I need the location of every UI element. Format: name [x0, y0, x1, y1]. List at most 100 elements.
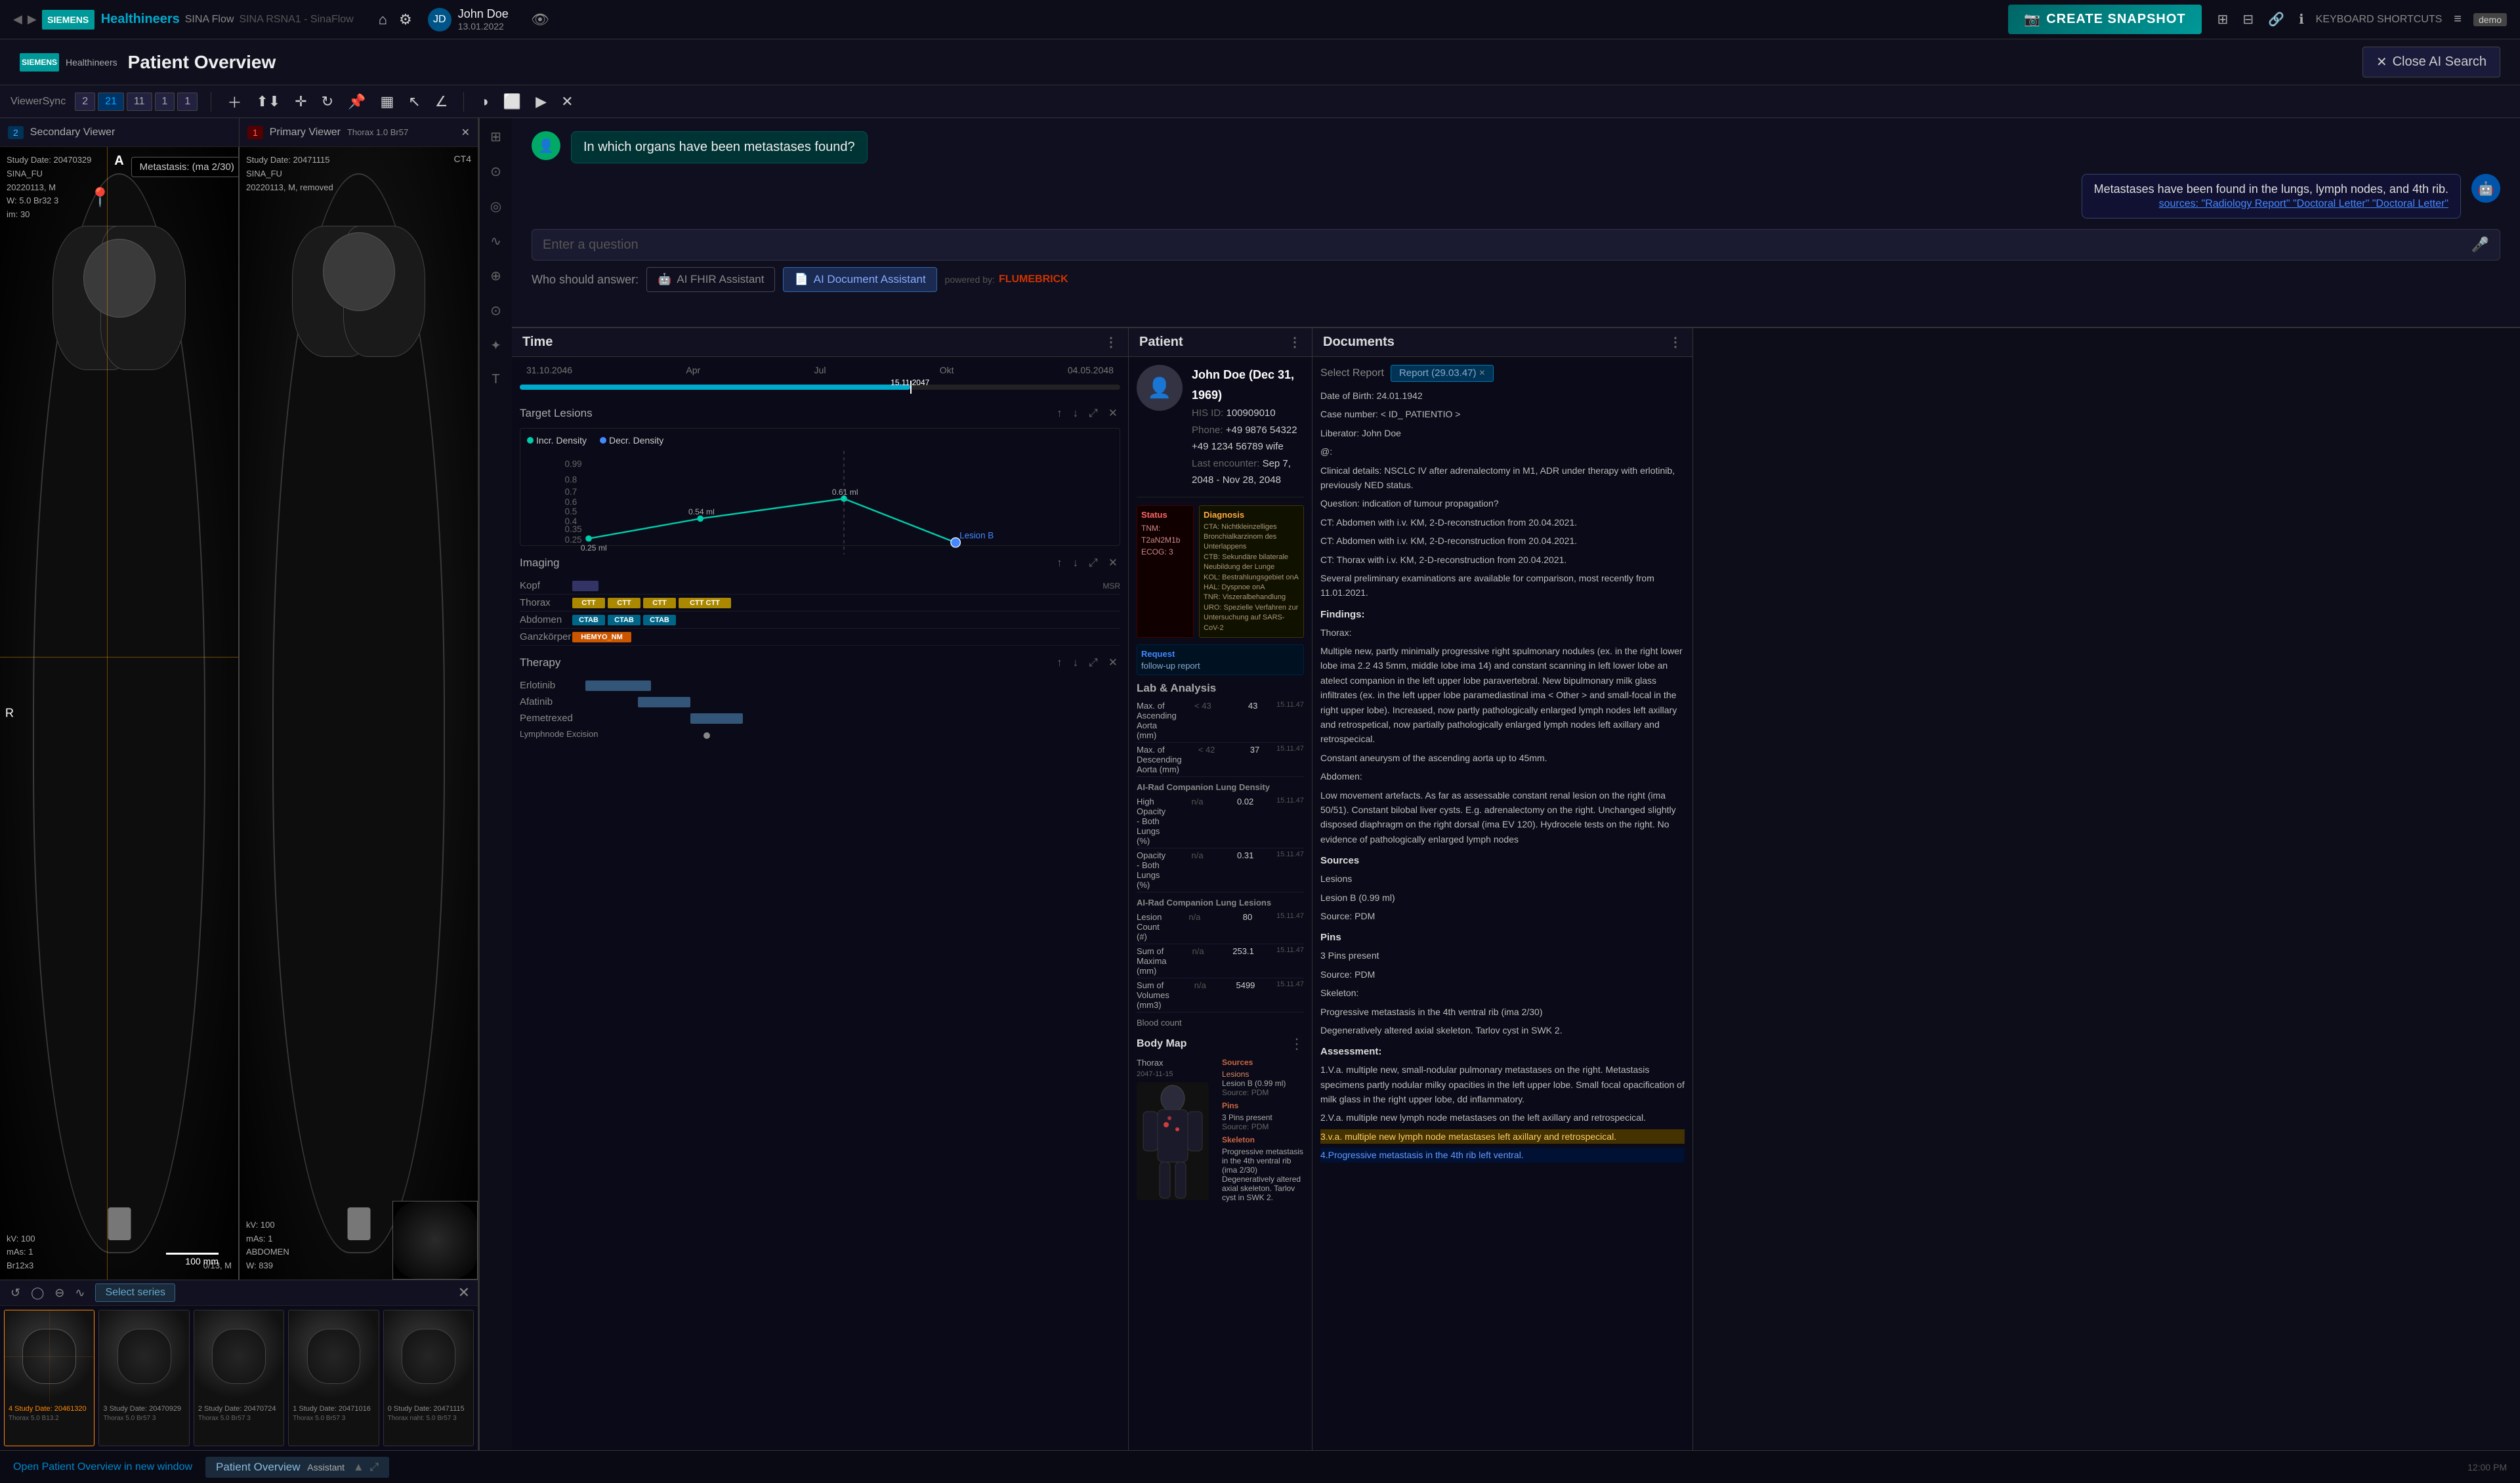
- chart-dot-1: [585, 535, 592, 542]
- angle-icon[interactable]: ∠: [432, 91, 451, 113]
- thumbnail-strip-header: ↺ ◯ ⊖ ∿ Select series ✕: [0, 1280, 478, 1306]
- mini-secondary-viewer[interactable]: [392, 1201, 478, 1280]
- layout-2-icon[interactable]: ▦: [377, 91, 396, 113]
- lab-date-high-opacity: 15.11.47: [1253, 797, 1304, 846]
- panel-icon-t[interactable]: T: [488, 368, 503, 391]
- body-map-menu[interactable]: ⋮: [1290, 1035, 1304, 1053]
- tl-expand-icon[interactable]: ⤢: [1086, 404, 1101, 423]
- menu-icon[interactable]: ≡: [2451, 9, 2464, 30]
- layout-icon[interactable]: ⊞: [2215, 9, 2231, 30]
- secondary-ct-viewer[interactable]: 📍 Metastasis: (ma 2/30) A R Study Date: …: [0, 147, 240, 1280]
- th-close[interactable]: ✕: [1106, 654, 1120, 672]
- report-badge-active[interactable]: Report (29.03.47) ×: [1391, 365, 1494, 382]
- panel-icon-5[interactable]: ⊕: [486, 264, 505, 288]
- panel-icon-1[interactable]: ⊞: [486, 125, 505, 149]
- adjust-icon[interactable]: ⬆⬇: [253, 91, 283, 113]
- top-bar: ◀ ▶ SIEMENS Healthineers SINA Flow SINA …: [0, 0, 2520, 39]
- thumbnail-item-4[interactable]: 4 Study Date: 20461320 Thorax 5.0 B13.2: [4, 1310, 94, 1446]
- patient-overview-tab[interactable]: Patient Overview Assistant ▲ ⤢: [205, 1457, 389, 1478]
- link-icon[interactable]: 🔗: [2265, 9, 2287, 30]
- window-icon[interactable]: ⬜: [501, 91, 524, 113]
- panel-icon-6[interactable]: ⊙: [486, 299, 505, 323]
- doc-pins-title: Pins: [1320, 930, 1685, 946]
- mode-btn-2[interactable]: 2: [75, 93, 95, 111]
- answer-option-doc[interactable]: 📄 AI Document Assistant: [783, 267, 936, 292]
- thumb-index-2: 2 Study Date: 20470724: [198, 1404, 280, 1414]
- tl-up-icon[interactable]: ↑: [1054, 404, 1065, 423]
- time-panel-menu[interactable]: ⋮: [1104, 334, 1118, 350]
- play-icon[interactable]: ▶: [533, 91, 549, 113]
- demo-badge: demo: [2473, 13, 2507, 26]
- primary-close-icon[interactable]: ✕: [461, 126, 470, 139]
- panel-icon-2[interactable]: ⊙: [486, 159, 505, 184]
- skeleton-header: Skeleton: [1222, 1135, 1304, 1144]
- info-icon[interactable]: ℹ: [2296, 9, 2307, 30]
- eye-icon[interactable]: 👁: [528, 9, 552, 31]
- thumbnail-item-3[interactable]: 3 Study Date: 20470929 Thorax 5.0 Br57 3: [98, 1310, 189, 1446]
- pins-legend: 3 Pins present Source: PDM: [1222, 1113, 1304, 1131]
- th-down[interactable]: ↓: [1070, 654, 1082, 672]
- crosshair-icon[interactable]: ✛: [292, 91, 309, 113]
- open-overview-link[interactable]: Open Patient Overview in new window: [13, 1461, 192, 1473]
- wave-icon[interactable]: ∿: [72, 1284, 87, 1303]
- patient-panel: Patient ⋮ 👤 John Doe (Dec 31, 1969) HIS …: [1129, 328, 1312, 1450]
- nav-forward-icon[interactable]: ▶: [28, 12, 37, 26]
- thumbnail-item-2[interactable]: 2 Study Date: 20470724 Thorax 5.0 Br57 3: [194, 1310, 284, 1446]
- tl-close-icon[interactable]: ✕: [1106, 404, 1120, 423]
- tab-expand-icon[interactable]: ⤢: [369, 1461, 379, 1473]
- primary-ct-viewer[interactable]: CT4 Study Date: 20471115 SINA_FU 2022011…: [240, 147, 478, 1280]
- mode-btn-1a[interactable]: 1: [155, 93, 175, 111]
- diagnosis-box: Diagnosis CTA: Nichtkleinzelliges Bronch…: [1199, 505, 1304, 638]
- report-close-icon[interactable]: ×: [1479, 367, 1485, 379]
- imaging-row-thorax: Thorax CTT CTT CTT CTT CTT: [520, 595, 1120, 612]
- lab-val-aorta-desc: 37: [1215, 745, 1259, 774]
- thumbnail-label-0: 0 Study Date: 20471115 Thorax naht: 5.0 …: [384, 1402, 473, 1425]
- close-ai-search-button[interactable]: ✕ Close AI Search: [2362, 47, 2500, 77]
- th-expand[interactable]: ⤢: [1086, 654, 1101, 672]
- th-up[interactable]: ↑: [1054, 654, 1065, 672]
- doc-abdomen-desc: Low movement artefacts. As far as assess…: [1320, 788, 1685, 847]
- settings-icon[interactable]: ⚙: [396, 9, 415, 31]
- plus-icon[interactable]: ＋: [224, 89, 244, 115]
- mode-btn-21[interactable]: 21: [98, 93, 124, 111]
- keyboard-shortcuts-label[interactable]: KEYBOARD SHORTCUTS: [2316, 14, 2443, 26]
- pin-icon[interactable]: 📌: [345, 91, 368, 113]
- thumbnail-item-0[interactable]: 0 Study Date: 20471115 Thorax naht: 5.0 …: [383, 1310, 474, 1446]
- mode-btn-11[interactable]: 11: [127, 93, 152, 111]
- imaging-label: Imaging: [520, 556, 559, 570]
- panel-icon-3[interactable]: ◎: [486, 194, 505, 219]
- documents-panel-menu[interactable]: ⋮: [1669, 334, 1682, 350]
- thumbnail-item-1[interactable]: 1 Study Date: 20471016 Thorax 5.0 Br57 3: [288, 1310, 379, 1446]
- minus-icon[interactable]: ⊖: [52, 1284, 67, 1303]
- scale-bar: [166, 1253, 219, 1255]
- home-icon[interactable]: ⌂: [376, 9, 390, 31]
- contrast-icon[interactable]: ◑: [477, 91, 491, 113]
- mode-btn-1b[interactable]: 1: [177, 93, 198, 111]
- nav-back-icon[interactable]: ◀: [13, 12, 22, 26]
- patient-panel-menu[interactable]: ⋮: [1288, 334, 1301, 350]
- select-series-button[interactable]: Select series: [95, 1284, 175, 1302]
- cursor-icon[interactable]: ↖: [406, 91, 423, 113]
- circle-icon[interactable]: ◯: [28, 1284, 47, 1303]
- filter-icon[interactable]: ⊟: [2240, 9, 2256, 30]
- tl-down-icon[interactable]: ↓: [1070, 404, 1082, 423]
- lab-name-opacity: Opacity - Both Lungs (%): [1137, 850, 1166, 890]
- rotate-icon[interactable]: ↻: [319, 91, 336, 113]
- panel-icon-7[interactable]: ✦: [486, 333, 505, 358]
- svg-text:0.6: 0.6: [565, 497, 578, 507]
- tab-up-icon[interactable]: ▲: [353, 1461, 364, 1473]
- time-panel-header: Time ⋮: [512, 328, 1128, 357]
- answer-option-fhir[interactable]: 🤖 AI FHIR Assistant: [646, 267, 775, 292]
- refresh-icon[interactable]: ↺: [8, 1284, 23, 1303]
- panel-icon-4[interactable]: ∿: [486, 229, 505, 253]
- close-strip-icon[interactable]: ✕: [458, 1284, 470, 1301]
- mic-icon[interactable]: 🎤: [2471, 236, 2489, 253]
- chat-input[interactable]: [543, 238, 2461, 253]
- ai-answer-sources[interactable]: sources: "Radiology Report" "Doctoral Le…: [2159, 198, 2448, 209]
- doc-skeleton-prog: Progressive metastasis in the 4th ventra…: [1320, 1005, 1685, 1019]
- close-viewer-icon[interactable]: ✕: [558, 91, 576, 113]
- kopf-msr: MSR: [1094, 581, 1120, 591]
- secondary-viewer-badge: 2: [8, 126, 24, 139]
- create-snapshot-button[interactable]: 📷 CREATE SNAPSHOT: [2008, 5, 2201, 34]
- diagnosis-values: CTA: Nichtkleinzelliges Bronchialkarzino…: [1204, 522, 1299, 633]
